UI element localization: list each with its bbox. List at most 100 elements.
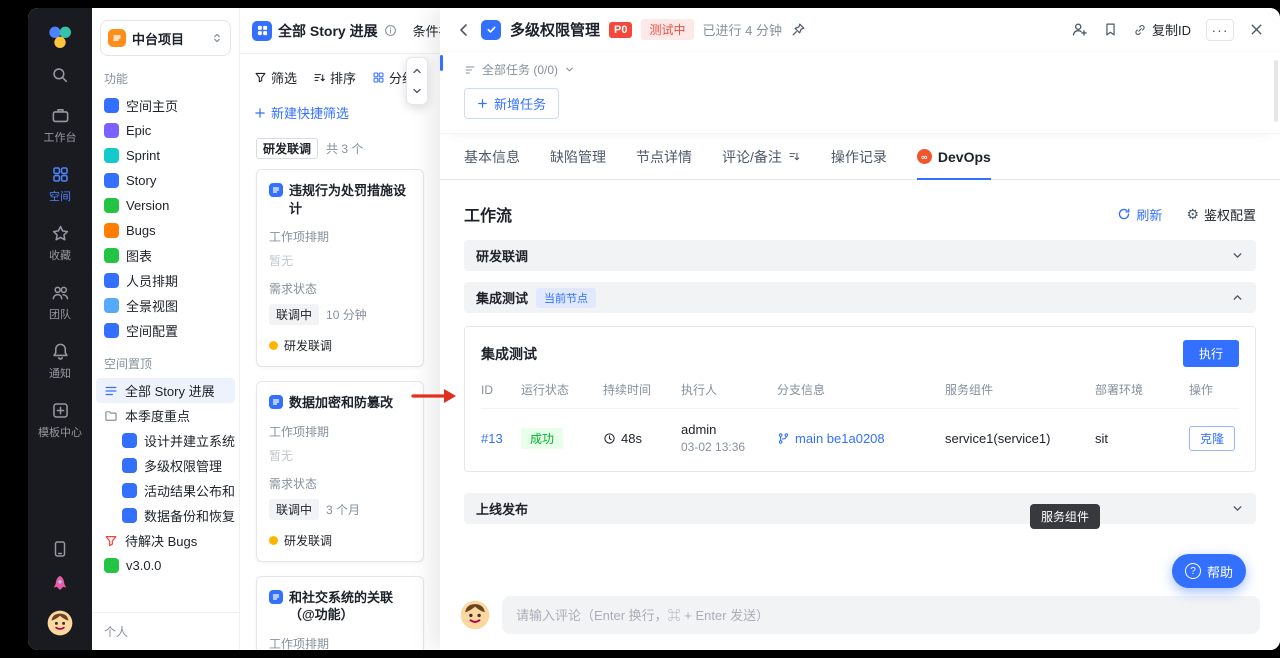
board-scroll-widget[interactable]: [406, 57, 428, 105]
sidebar-item-story[interactable]: Story: [96, 168, 235, 193]
clone-button[interactable]: 克隆: [1189, 426, 1235, 451]
node-dot-icon: [269, 341, 278, 350]
sidebar-item-version[interactable]: Version: [96, 193, 235, 218]
rail-item-favorites[interactable]: 收藏: [49, 224, 71, 263]
scroll-down-icon[interactable]: [411, 85, 423, 97]
sidebar-item-v300[interactable]: v3.0.0: [96, 553, 235, 578]
workbench-icon: [51, 106, 70, 125]
scroll-up-icon[interactable]: [411, 65, 423, 77]
filter-button[interactable]: 筛选: [254, 68, 297, 87]
sidebar-item-quarter-focus[interactable]: 本季度重点: [96, 403, 235, 428]
sidebar-item-charts[interactable]: 图表: [96, 243, 235, 268]
bug-icon: [104, 223, 119, 238]
sidebar-item-staff-schedule[interactable]: 人员排期: [96, 268, 235, 293]
project-selector[interactable]: 中台项目: [100, 20, 231, 56]
comment-input[interactable]: [502, 596, 1260, 634]
back-button[interactable]: [456, 22, 472, 38]
copy-id-button[interactable]: 复制ID: [1133, 20, 1191, 39]
col-executor: 执行人: [681, 381, 777, 398]
auth-config-button[interactable]: ⚙ 鉴权配置: [1186, 205, 1256, 224]
search-icon[interactable]: [51, 66, 69, 84]
card-node-row: 研发联调: [269, 337, 411, 354]
new-quick-filter-button[interactable]: 新建快捷筛选: [240, 91, 468, 130]
version-icon: [104, 198, 119, 213]
scrollbar-thumb[interactable]: [1274, 60, 1278, 122]
executor-name: admin: [681, 422, 777, 437]
sidebar-item-label: 本季度重点: [125, 406, 190, 425]
story-card[interactable]: 和社交系统的关联（@功能） 工作项排期 暂无 需求状态 联调中3 个月: [256, 576, 424, 650]
sidebar-item-label: 空间主页: [126, 96, 178, 115]
home-icon: [104, 98, 119, 113]
detail-header-actions: 复制ID ···: [1071, 19, 1264, 41]
info-icon[interactable]: [384, 24, 397, 37]
stage-dev-joint-debug[interactable]: 研发联调: [464, 240, 1256, 271]
run-button[interactable]: 执行: [1183, 340, 1239, 367]
sort-button[interactable]: 排序: [313, 68, 356, 87]
sidebar-item-design-system[interactable]: 设计并建立系统化的...: [96, 428, 235, 453]
stage-integration-test[interactable]: 集成测试 当前节点: [464, 282, 1256, 313]
rail-item-space[interactable]: 空间: [49, 165, 71, 204]
more-actions-button[interactable]: ···: [1206, 19, 1234, 41]
refresh-button[interactable]: 刷新: [1117, 205, 1162, 224]
add-task-button[interactable]: 新增任务: [464, 88, 559, 119]
sidebar-item-bugs[interactable]: Bugs: [96, 218, 235, 243]
pipeline-table: ID 运行状态 持续时间 执行人 分支信息 服务组件 部署环境 操作 #13 成…: [481, 367, 1239, 469]
personal-section-label[interactable]: 个人: [92, 612, 239, 650]
rail-item-workbench[interactable]: 工作台: [44, 106, 77, 145]
sidebar-item-sprint[interactable]: Sprint: [96, 143, 235, 168]
gear-icon: [104, 323, 119, 338]
story-card[interactable]: 数据加密和防篡改 工作项排期 暂无 需求状态 联调中3 个月 研发联调: [256, 381, 424, 562]
branch-link[interactable]: main be1a0208: [777, 431, 945, 446]
rail-item-notifications[interactable]: 通知: [49, 342, 71, 381]
stage-release[interactable]: 上线发布: [464, 493, 1256, 524]
run-id-link[interactable]: #13: [481, 431, 521, 446]
column-status-tag[interactable]: 研发联调: [256, 138, 318, 159]
story-icon: [104, 173, 119, 188]
card-field-label: 工作项排期: [269, 635, 411, 650]
tab-node-details[interactable]: 节点详情: [636, 134, 692, 179]
features-list: 空间主页 Epic Sprint Story Version Bugs 图表 人…: [92, 93, 239, 343]
card-node-row: 研发联调: [269, 532, 411, 549]
sidebar-item-multilevel-permission[interactable]: 多级权限管理: [96, 453, 235, 478]
all-tasks-toggle[interactable]: 全部任务 (0/0): [464, 61, 1256, 78]
sidebar-item-space-home[interactable]: 空间主页: [96, 93, 235, 118]
executor-time: 03-02 13:36: [681, 440, 777, 454]
tab-activity-log[interactable]: 操作记录: [831, 134, 887, 179]
app-logo-icon[interactable]: [45, 22, 75, 52]
sidebar-item-pending-bugs[interactable]: 待解决 Bugs: [96, 528, 235, 553]
bookmark-icon[interactable]: [1103, 22, 1118, 37]
tab-defect-management[interactable]: 缺陷管理: [550, 134, 606, 179]
chevron-up-icon: [1231, 291, 1244, 304]
rail-item-templates[interactable]: 模板中心: [38, 401, 82, 440]
pipeline-card: 集成测试 执行 ID 运行状态 持续时间 执行人 分支信息 服务组件 部署环境 …: [464, 326, 1256, 472]
sidebar-item-all-story-progress[interactable]: 全部 Story 进展: [96, 378, 235, 403]
add-watcher-icon[interactable]: [1071, 21, 1088, 38]
col-deploy-env: 部署环境: [1095, 381, 1189, 398]
tab-comments[interactable]: 评论/备注: [722, 134, 801, 179]
tab-devops[interactable]: DevOps: [917, 134, 991, 179]
user-avatar[interactable]: [460, 600, 490, 630]
panorama-icon: [104, 298, 119, 313]
sidebar-item-backup-restore[interactable]: 数据备份和恢复: [96, 503, 235, 528]
user-avatar[interactable]: [47, 610, 73, 636]
story-card[interactable]: 违规行为处罚措施设计 工作项排期 暂无 需求状态 联调中10 分钟 研发联调: [256, 169, 424, 367]
sidebar-item-activity-result[interactable]: 活动结果公布和奖励...: [96, 478, 235, 503]
rail-bottom-group: [47, 540, 73, 636]
sidebar-item-panorama[interactable]: 全景视图: [96, 293, 235, 318]
priority-badge[interactable]: P0: [609, 22, 632, 38]
card-field-value: 暂无: [269, 447, 411, 464]
board-toolbar: 筛选 排序 分组: [240, 54, 468, 91]
close-icon[interactable]: [1249, 22, 1264, 37]
status-badge[interactable]: 测试中: [641, 19, 693, 40]
card-field-value: 暂无: [269, 252, 411, 269]
help-button[interactable]: ? 帮助: [1172, 554, 1246, 588]
sidebar-item-epic[interactable]: Epic: [96, 118, 235, 143]
tab-basic-info[interactable]: 基本信息: [464, 134, 520, 179]
mobile-app-icon[interactable]: [51, 540, 69, 558]
pin-icon[interactable]: [791, 22, 806, 37]
story-icon: [122, 433, 137, 448]
story-icon: [269, 590, 283, 604]
rail-item-team[interactable]: 团队: [49, 283, 71, 322]
rocket-icon[interactable]: [50, 574, 70, 594]
sidebar-item-space-config[interactable]: 空间配置: [96, 318, 235, 343]
